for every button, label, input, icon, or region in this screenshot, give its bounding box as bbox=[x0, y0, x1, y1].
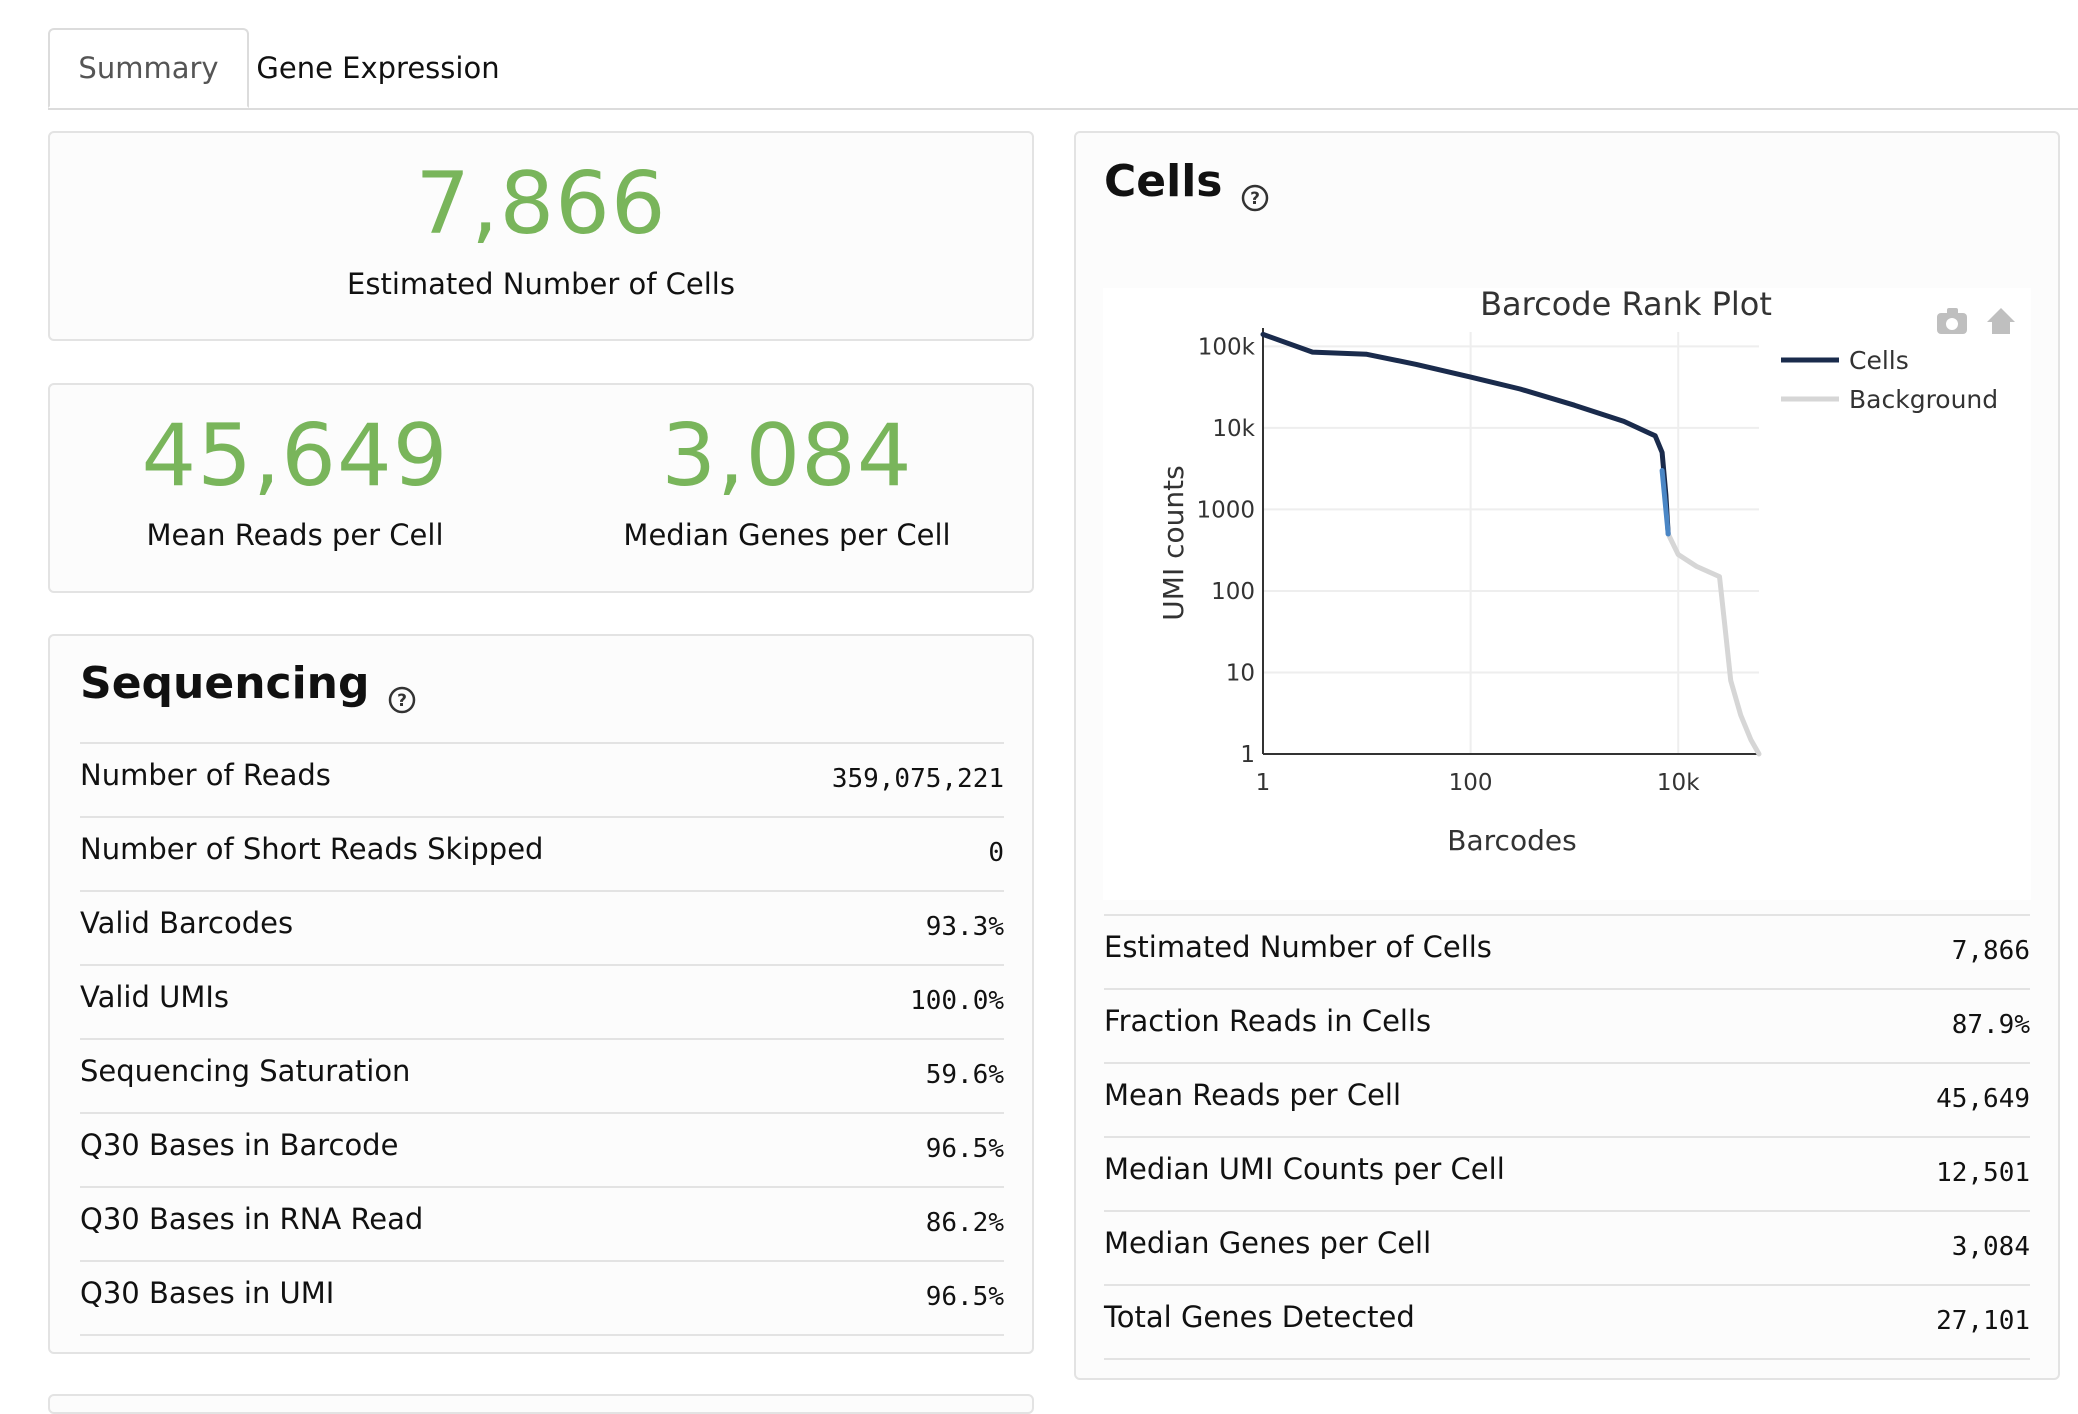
table-row: Q30 Bases in UMI 96.5% bbox=[80, 1260, 1004, 1336]
table-row: Median UMI Counts per Cell 12,501 bbox=[1104, 1136, 2030, 1210]
y-tick-label: 100 bbox=[1211, 579, 1255, 605]
metric-label: Valid Barcodes bbox=[80, 906, 294, 940]
metric-value: 87.9% bbox=[1951, 1010, 2030, 1040]
metric-label: Number of Short Reads Skipped bbox=[80, 832, 544, 866]
legend-item[interactable]: Background bbox=[1849, 385, 1998, 414]
barcode-rank-svg: Barcode Rank Plot 1 10 100 1000 10k 100k 1 100 10… bbox=[1157, 285, 2015, 857]
metric-label: Mean Reads per Cell bbox=[1104, 1078, 1402, 1112]
metric-value: 359,075,221 bbox=[831, 764, 1004, 794]
estimated-cells-value: 7,866 bbox=[415, 154, 667, 254]
metric-label: Estimated Number of Cells bbox=[1104, 930, 1492, 964]
metric-value: 96.5% bbox=[925, 1134, 1004, 1164]
metric-label: Q30 Bases in Barcode bbox=[80, 1128, 399, 1162]
metric-label: Q30 Bases in UMI bbox=[80, 1276, 335, 1310]
metric-value: 12,501 bbox=[1936, 1158, 2030, 1188]
series-line-background bbox=[1665, 531, 1762, 757]
hero-reads-genes-card: 45,649 Mean Reads per Cell 3,084 Median … bbox=[48, 383, 1034, 593]
tab-summary[interactable]: Summary bbox=[48, 28, 249, 108]
y-tick-label: 10k bbox=[1212, 416, 1255, 442]
table-row: Mean Reads per Cell 45,649 bbox=[1104, 1062, 2030, 1136]
table-row: Number of Reads 359,075,221 bbox=[80, 742, 1004, 816]
metric-label: Median UMI Counts per Cell bbox=[1104, 1152, 1505, 1186]
median-genes-label: Median Genes per Cell bbox=[623, 518, 951, 552]
chart-title: Barcode Rank Plot bbox=[1480, 288, 1772, 323]
x-axis-label: Barcodes bbox=[1447, 824, 1576, 857]
y-tick-label: 1000 bbox=[1196, 497, 1255, 523]
table-row: Fraction Reads in Cells 87.9% bbox=[1104, 988, 2030, 1062]
metric-label: Fraction Reads in Cells bbox=[1104, 1004, 1432, 1038]
barcode-rank-plot[interactable]: Barcode Rank Plot 1 10 100 1000 10k 100k 1 100 10… bbox=[1103, 285, 2031, 900]
metric-value: 27,101 bbox=[1936, 1306, 2030, 1336]
series-line-cells bbox=[1260, 331, 1671, 537]
table-row: Valid Barcodes 93.3% bbox=[80, 890, 1004, 964]
metric-value: 100.0% bbox=[910, 986, 1004, 1016]
sequencing-title-text: Sequencing bbox=[80, 658, 370, 709]
cells-metrics-table: Estimated Number of Cells 7,866 Fraction R… bbox=[1104, 914, 2030, 1360]
next-card-edge bbox=[48, 1394, 1034, 1414]
table-row: Number of Short Reads Skipped 0 bbox=[80, 816, 1004, 890]
legend-item[interactable]: Cells bbox=[1849, 346, 1909, 375]
y-tick-label: 10 bbox=[1226, 660, 1255, 686]
table-row: Median Genes per Cell 3,084 bbox=[1104, 1210, 2030, 1284]
transition-segment bbox=[1659, 468, 1671, 537]
metric-value: 86.2% bbox=[925, 1208, 1004, 1238]
x-tick-label: 100 bbox=[1449, 770, 1493, 796]
cells-title-text: Cells bbox=[1104, 156, 1223, 207]
cells-title: Cells ? bbox=[1104, 156, 1269, 211]
help-icon[interactable]: ? bbox=[1241, 172, 1269, 211]
metric-label: Number of Reads bbox=[80, 758, 331, 792]
metric-label: Valid UMIs bbox=[80, 980, 230, 1014]
mean-reads-value: 45,649 bbox=[141, 406, 449, 506]
table-row: Q30 Bases in Barcode 96.5% bbox=[80, 1112, 1004, 1186]
table-row: Sequencing Saturation 59.6% bbox=[80, 1038, 1004, 1112]
metric-value: 96.5% bbox=[925, 1282, 1004, 1312]
table-row: Valid UMIs 100.0% bbox=[80, 964, 1004, 1038]
sequencing-metrics-table: Number of Reads 359,075,221 Number of Shor… bbox=[80, 742, 1004, 1336]
metric-label: Median Genes per Cell bbox=[1104, 1226, 1432, 1260]
tab-bar: Summary Gene Expression bbox=[48, 28, 2078, 110]
sequencing-title: Sequencing ? bbox=[80, 658, 416, 713]
camera-icon[interactable] bbox=[1946, 318, 1958, 330]
metric-value: 59.6% bbox=[925, 1060, 1004, 1090]
y-tick-label: 1 bbox=[1240, 742, 1255, 768]
table-row: Total Genes Detected 27,101 bbox=[1104, 1284, 2030, 1360]
metric-label: Q30 Bases in RNA Read bbox=[80, 1202, 424, 1236]
median-genes-value: 3,084 bbox=[661, 406, 913, 506]
svg-text:?: ? bbox=[397, 691, 407, 711]
metric-value: 93.3% bbox=[925, 912, 1004, 942]
home-icon[interactable] bbox=[1987, 308, 2015, 334]
x-tick-label: 1 bbox=[1256, 770, 1271, 796]
metric-value: 7,866 bbox=[1951, 936, 2030, 966]
x-tick-label: 10k bbox=[1657, 770, 1700, 796]
metric-label: Total Genes Detected bbox=[1104, 1300, 1415, 1334]
table-row: Estimated Number of Cells 7,866 bbox=[1104, 914, 2030, 988]
mean-reads-label: Mean Reads per Cell bbox=[146, 518, 444, 552]
sequencing-card: Sequencing ? Number of Reads 359,075,221 N… bbox=[48, 634, 1034, 1354]
camera-icon[interactable] bbox=[1947, 308, 1958, 315]
hero-cells-card: 7,866 Estimated Number of Cells bbox=[48, 131, 1034, 341]
report-page: Summary Gene Expression 7,866 Estimated … bbox=[0, 0, 2078, 1414]
help-icon[interactable]: ? bbox=[388, 674, 416, 713]
svg-text:?: ? bbox=[1250, 189, 1260, 209]
table-row: Q30 Bases in RNA Read 86.2% bbox=[80, 1186, 1004, 1260]
estimated-cells-label: Estimated Number of Cells bbox=[347, 267, 735, 301]
y-tick-label: 100k bbox=[1198, 334, 1256, 360]
metric-value: 0 bbox=[988, 838, 1004, 868]
tab-gene-expression[interactable]: Gene Expression bbox=[252, 28, 504, 108]
y-axis-label: UMI counts bbox=[1157, 465, 1190, 620]
metric-label: Sequencing Saturation bbox=[80, 1054, 411, 1088]
metric-value: 3,084 bbox=[1951, 1232, 2030, 1262]
metric-value: 45,649 bbox=[1936, 1084, 2030, 1114]
